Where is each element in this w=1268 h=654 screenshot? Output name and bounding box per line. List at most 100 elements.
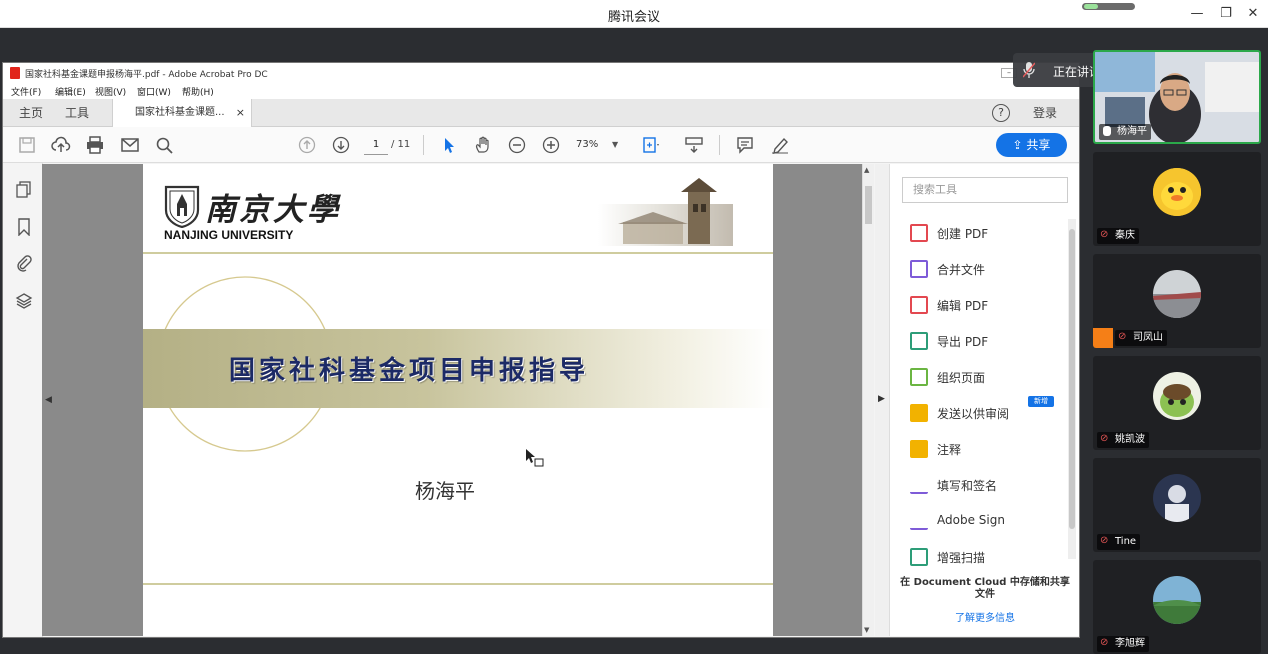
participant-tile[interactable]: 杨海平 [1093, 50, 1261, 144]
participant-tile[interactable]: 姚凯波 ⊘ [1093, 356, 1261, 450]
presenter-name: 杨海平 [415, 479, 475, 503]
zoom-level[interactable]: 73% [576, 135, 598, 155]
enhance-scan-icon [910, 548, 928, 566]
right-panel-toggle[interactable]: ▶ [875, 164, 889, 636]
layers-icon[interactable] [15, 292, 33, 310]
tab-close-icon[interactable]: × [236, 99, 245, 127]
expand-right-icon[interactable]: ▶ [878, 394, 885, 404]
tab-document[interactable]: 国家社科基金课题... × [112, 99, 252, 128]
login-link[interactable]: 登录 [1033, 99, 1057, 127]
comment-tool-icon [910, 440, 928, 458]
meeting-title-bar: 腾讯会议 — ❐ ✕ [0, 0, 1268, 28]
toolbar-divider [423, 135, 424, 155]
page-thumbnails-icon[interactable] [15, 181, 33, 199]
print-icon[interactable] [85, 136, 105, 154]
zoom-out-icon[interactable] [507, 136, 527, 154]
participant-tile[interactable]: 李旭辉 ⊘ [1093, 560, 1261, 654]
create-pdf-icon [910, 224, 928, 242]
university-name-cn: 南京大學 [205, 192, 341, 228]
network-signal-indicator [1082, 3, 1135, 10]
pdf-file-icon [10, 67, 20, 79]
next-page-icon[interactable] [331, 136, 351, 154]
collapse-left-panel-icon[interactable]: ◀ [45, 395, 52, 405]
page-total: / 11 [391, 139, 411, 150]
menu-edit[interactable]: 编辑(E) [55, 85, 86, 98]
mic-muted-icon: ⊘ [1100, 535, 1109, 546]
edit-pdf-icon [910, 296, 928, 314]
participant-tile[interactable]: 司凤山 ⊘ [1093, 254, 1261, 348]
search-icon[interactable] [155, 136, 175, 154]
tools-panel-scrollbar[interactable] [1068, 219, 1076, 559]
learn-more-link[interactable]: 了解更多信息 [900, 609, 1070, 624]
acrobat-window-title: 国家社科基金课题申报杨海平.pdf - Adobe Acrobat Pro DC [25, 70, 268, 80]
mic-on-icon [1103, 126, 1111, 136]
university-name-en: NANJING UNIVERSITY [164, 228, 294, 242]
new-badge: 新增 [1028, 396, 1054, 407]
toolbar-divider [719, 135, 720, 155]
acrobat-left-navigation [3, 163, 43, 637]
upload-cloud-icon[interactable] [51, 136, 71, 154]
tab-document-label: 国家社科基金课题... [135, 107, 225, 118]
restore-icon[interactable]: ❐ [1216, 4, 1236, 24]
university-seal-logo [163, 184, 201, 229]
search-tools-input[interactable]: 搜索工具 [902, 177, 1068, 203]
minimize-icon[interactable]: — [1187, 4, 1207, 24]
close-icon[interactable]: ✕ [1243, 4, 1263, 24]
acrobat-titlebar: 国家社科基金课题申报杨海平.pdf - Adobe Acrobat Pro DC… [3, 63, 1079, 83]
mic-muted-icon: ⊘ [1100, 433, 1109, 444]
participant-avatar [1153, 372, 1201, 420]
tab-tools[interactable]: 工具 [65, 99, 89, 127]
page-number-input[interactable]: 1 [364, 135, 388, 155]
menu-help[interactable]: 帮助(H) [182, 85, 214, 98]
menu-file[interactable]: 文件(F) [11, 85, 41, 98]
scroll-mode-icon[interactable] [684, 136, 704, 154]
acrobat-tabbar: 主页 工具 国家社科基金课题... × ? 登录 [3, 99, 1079, 128]
send-for-review-icon [910, 404, 928, 422]
share-icon: ⇪ [1012, 138, 1027, 152]
scroll-up-icon[interactable]: ▲ [864, 166, 869, 174]
adobe-sign-icon [910, 512, 928, 530]
participant-avatar [1153, 576, 1201, 624]
export-pdf-icon [910, 332, 928, 350]
fill-sign-icon [910, 476, 928, 494]
zoom-in-icon[interactable] [541, 136, 561, 154]
participant-avatar [1153, 168, 1201, 216]
mouse-cursor-icon [526, 449, 544, 467]
attachment-icon[interactable] [15, 254, 33, 272]
zoom-dropdown-icon[interactable]: ▼ [612, 135, 618, 155]
help-icon[interactable]: ? [992, 104, 1010, 122]
mic-muted-icon: ⊘ [1100, 637, 1109, 648]
mic-muted-icon: ⊘ [1100, 229, 1109, 240]
menu-view[interactable]: 视图(V) [95, 85, 126, 98]
previous-page-icon[interactable] [297, 136, 317, 154]
campus-building-illustration [598, 178, 733, 246]
tab-home[interactable]: 主页 [19, 99, 43, 127]
menu-window[interactable]: 窗口(W) [137, 85, 171, 98]
pdf-page: 南京大學 NANJING UNIVERSITY 国家社科基金项目申报指导 杨海平 [143, 164, 773, 636]
share-button-label: 共享 [1026, 138, 1051, 152]
scroll-thumb[interactable] [865, 186, 872, 224]
fit-page-icon[interactable] [641, 136, 661, 154]
participant-tile[interactable]: Tine ⊘ [1093, 458, 1261, 552]
select-cursor-icon[interactable] [439, 136, 459, 154]
mic-muted-icon: ⊘ [1118, 331, 1127, 342]
acrobat-toolbar: 1 / 11 73% ▼ ⇪ 共享 [3, 127, 1079, 163]
document-cloud-promo: 在 Document Cloud 中存储和共享文件 [900, 577, 1070, 600]
app-title: 腾讯会议 [607, 10, 660, 25]
document-scrollbar[interactable]: ▲ ▼ [862, 164, 874, 636]
bookmark-icon[interactable] [15, 218, 33, 237]
save-icon[interactable] [17, 136, 37, 154]
participant-avatar [1153, 270, 1201, 318]
speaker-mic-icon [1022, 62, 1036, 78]
highlight-pen-icon[interactable] [770, 136, 790, 154]
share-button[interactable]: ⇪ 共享 [996, 133, 1067, 157]
participant-tile[interactable]: 秦庆 ⊘ [1093, 152, 1261, 246]
scroll-down-icon[interactable]: ▼ [864, 626, 869, 634]
organize-pages-icon [910, 368, 928, 386]
comment-icon[interactable] [735, 136, 755, 154]
email-icon[interactable] [120, 136, 140, 154]
participant-avatar [1153, 474, 1201, 522]
combine-files-icon [910, 260, 928, 278]
hand-tool-icon[interactable] [473, 136, 493, 154]
user-role-icon [1093, 328, 1113, 348]
